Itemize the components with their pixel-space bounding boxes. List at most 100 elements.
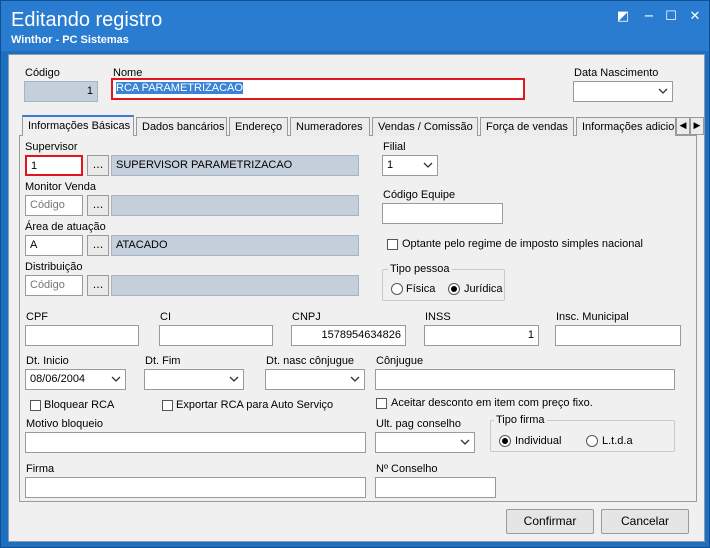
dt-inicio-value: 08/06/2004 <box>30 373 86 385</box>
supervisor-lookup-button[interactable]: ... <box>87 155 109 176</box>
ult-pag-conselho-select[interactable] <box>375 432 475 453</box>
dialog-window: Editando registro Winthor - PC Sistemas … <box>0 0 710 548</box>
codigo-equipe-label: Código Equipe <box>383 189 456 201</box>
close-icon[interactable]: ✕ <box>687 9 703 25</box>
bloquear-rca-checkbox[interactable] <box>30 400 41 411</box>
tab-informacoes-basicas[interactable]: Informações Básicas <box>22 115 134 137</box>
dt-inicio-select[interactable]: 08/06/2004 <box>25 369 126 390</box>
window-title: Editando registro <box>11 9 163 31</box>
window-subtitle: Winthor - PC Sistemas <box>11 34 129 46</box>
monitor-venda-lookup-button[interactable]: ... <box>87 195 109 216</box>
motivo-bloqueio-input[interactable] <box>25 432 366 453</box>
title-bar[interactable]: Editando registro Winthor - PC Sistemas … <box>1 1 709 51</box>
nome-input[interactable]: RCA PARAMETRIZACAO <box>111 78 525 100</box>
area-atuacao-label: Área de atuação <box>25 221 106 233</box>
juridica-radio[interactable] <box>448 283 460 295</box>
optante-simples-checkbox[interactable] <box>387 239 398 250</box>
nome-value: RCA PARAMETRIZACAO <box>116 82 243 94</box>
cancelar-button[interactable]: Cancelar <box>601 509 689 534</box>
chevron-down-icon <box>423 161 433 169</box>
ci-input[interactable] <box>159 325 273 346</box>
tab-dados-bancarios[interactable]: Dados bancários <box>136 117 227 136</box>
minimize-icon[interactable]: − <box>641 9 657 25</box>
dialog-body: Código 1 Nome RCA PARAMETRIZACAO Data Na… <box>8 54 705 542</box>
filial-value: 1 <box>387 159 394 171</box>
tab-scroll-left-icon[interactable]: ◀ <box>676 117 690 135</box>
data-nascimento-label: Data Nascimento <box>574 67 659 79</box>
individual-radio[interactable] <box>499 435 511 447</box>
maximize-icon[interactable]: ☐ <box>663 9 679 25</box>
chevron-down-icon <box>658 87 668 95</box>
ci-label: CI <box>160 311 171 323</box>
aceitar-desconto-checkbox[interactable] <box>376 398 387 409</box>
distribuicao-code-input[interactable]: Código <box>25 275 83 296</box>
supervisor-code-input[interactable]: 1 <box>25 155 83 176</box>
bloquear-rca-label: Bloquear RCA <box>44 399 115 411</box>
tipo-pessoa-label: Tipo pessoa <box>388 263 452 275</box>
monitor-venda-label: Monitor Venda <box>25 181 96 193</box>
ltda-radio[interactable] <box>586 435 598 447</box>
exportar-rca-label: Exportar RCA para Auto Serviço <box>176 399 334 411</box>
area-atuacao-code-input[interactable]: A <box>25 235 83 256</box>
data-nascimento-select[interactable] <box>573 81 673 102</box>
chevron-down-icon <box>229 375 239 383</box>
firma-input[interactable] <box>25 477 366 498</box>
area-atuacao-lookup-button[interactable]: ... <box>87 235 109 256</box>
cpf-label: CPF <box>26 311 48 323</box>
conjugue-input[interactable] <box>375 369 675 390</box>
ltda-label: L.t.d.a <box>602 435 633 447</box>
dt-inicio-label: Dt. Inicio <box>26 355 69 367</box>
distribuicao-name-field <box>111 275 359 296</box>
inss-label: INSS <box>425 311 451 323</box>
monitor-venda-name-field <box>111 195 359 216</box>
filial-label: Filial <box>383 141 406 153</box>
insc-municipal-label: Insc. Municipal <box>556 311 629 323</box>
area-atuacao-name-field: ATACADO <box>111 235 359 256</box>
monitor-venda-code-input[interactable]: Código <box>25 195 83 216</box>
cpf-input[interactable] <box>25 325 139 346</box>
supervisor-name-field: SUPERVISOR PARAMETRIZACAO <box>111 155 359 176</box>
exportar-rca-checkbox[interactable] <box>162 400 173 411</box>
confirmar-button[interactable]: Confirmar <box>506 509 594 534</box>
tab-vendas-comissao[interactable]: Vendas / Comissão <box>372 117 478 136</box>
tab-informacoes-adicionais[interactable]: Informações adicio <box>576 117 676 136</box>
chevron-down-icon <box>111 375 121 383</box>
dt-fim-select[interactable] <box>144 369 244 390</box>
aceitar-desconto-label: Aceitar desconto em item com preço fixo. <box>391 397 593 409</box>
dt-fim-label: Dt. Fim <box>145 355 181 367</box>
ult-pag-conselho-label: Ult. pag conselho <box>376 418 461 430</box>
restore-icon[interactable]: ◩ <box>615 9 631 25</box>
distribuicao-lookup-button[interactable]: ... <box>87 275 109 296</box>
codigo-equipe-input[interactable] <box>382 203 503 224</box>
optante-simples-label: Optante pelo regime de imposto simples n… <box>402 238 643 250</box>
chevron-down-icon <box>350 375 360 383</box>
codigo-label: Código <box>25 67 60 79</box>
tab-numeradores[interactable]: Numeradores <box>290 117 370 136</box>
fisica-label: Física <box>406 283 436 295</box>
chevron-down-icon <box>460 438 470 446</box>
fisica-radio[interactable] <box>391 283 403 295</box>
filial-select[interactable]: 1 <box>382 155 438 176</box>
tab-strip: Informações Básicas Dados bancários Ende… <box>19 115 704 137</box>
insc-municipal-input[interactable] <box>555 325 681 346</box>
tab-scroll-right-icon[interactable]: ▶ <box>690 117 704 135</box>
tipo-firma-label: Tipo firma <box>494 414 547 426</box>
cnpj-label: CNPJ <box>292 311 321 323</box>
firma-label: Firma <box>26 463 55 475</box>
supervisor-label: Supervisor <box>25 141 78 153</box>
tab-forca-de-vendas[interactable]: Força de vendas <box>480 117 574 136</box>
dt-nasc-conjugue-select[interactable] <box>265 369 365 390</box>
no-conselho-label: Nº Conselho <box>376 463 438 475</box>
conjugue-label: Cônjugue <box>376 355 424 367</box>
juridica-label: Jurídica <box>464 283 503 295</box>
no-conselho-input[interactable] <box>375 477 496 498</box>
inss-input[interactable]: 1 <box>424 325 539 346</box>
dt-nasc-conjugue-label: Dt. nasc cônjugue <box>266 355 355 367</box>
distribuicao-label: Distribuição <box>25 261 83 273</box>
motivo-bloqueio-label: Motivo bloqueio <box>26 418 104 430</box>
tab-endereco[interactable]: Endereço <box>229 117 288 136</box>
tab-panel-informacoes-basicas: Supervisor 1 ... SUPERVISOR PARAMETRIZAC… <box>19 136 697 502</box>
individual-label: Individual <box>515 435 562 447</box>
cnpj-input[interactable]: 1578954634826 <box>291 325 406 346</box>
codigo-field: 1 <box>24 81 98 102</box>
